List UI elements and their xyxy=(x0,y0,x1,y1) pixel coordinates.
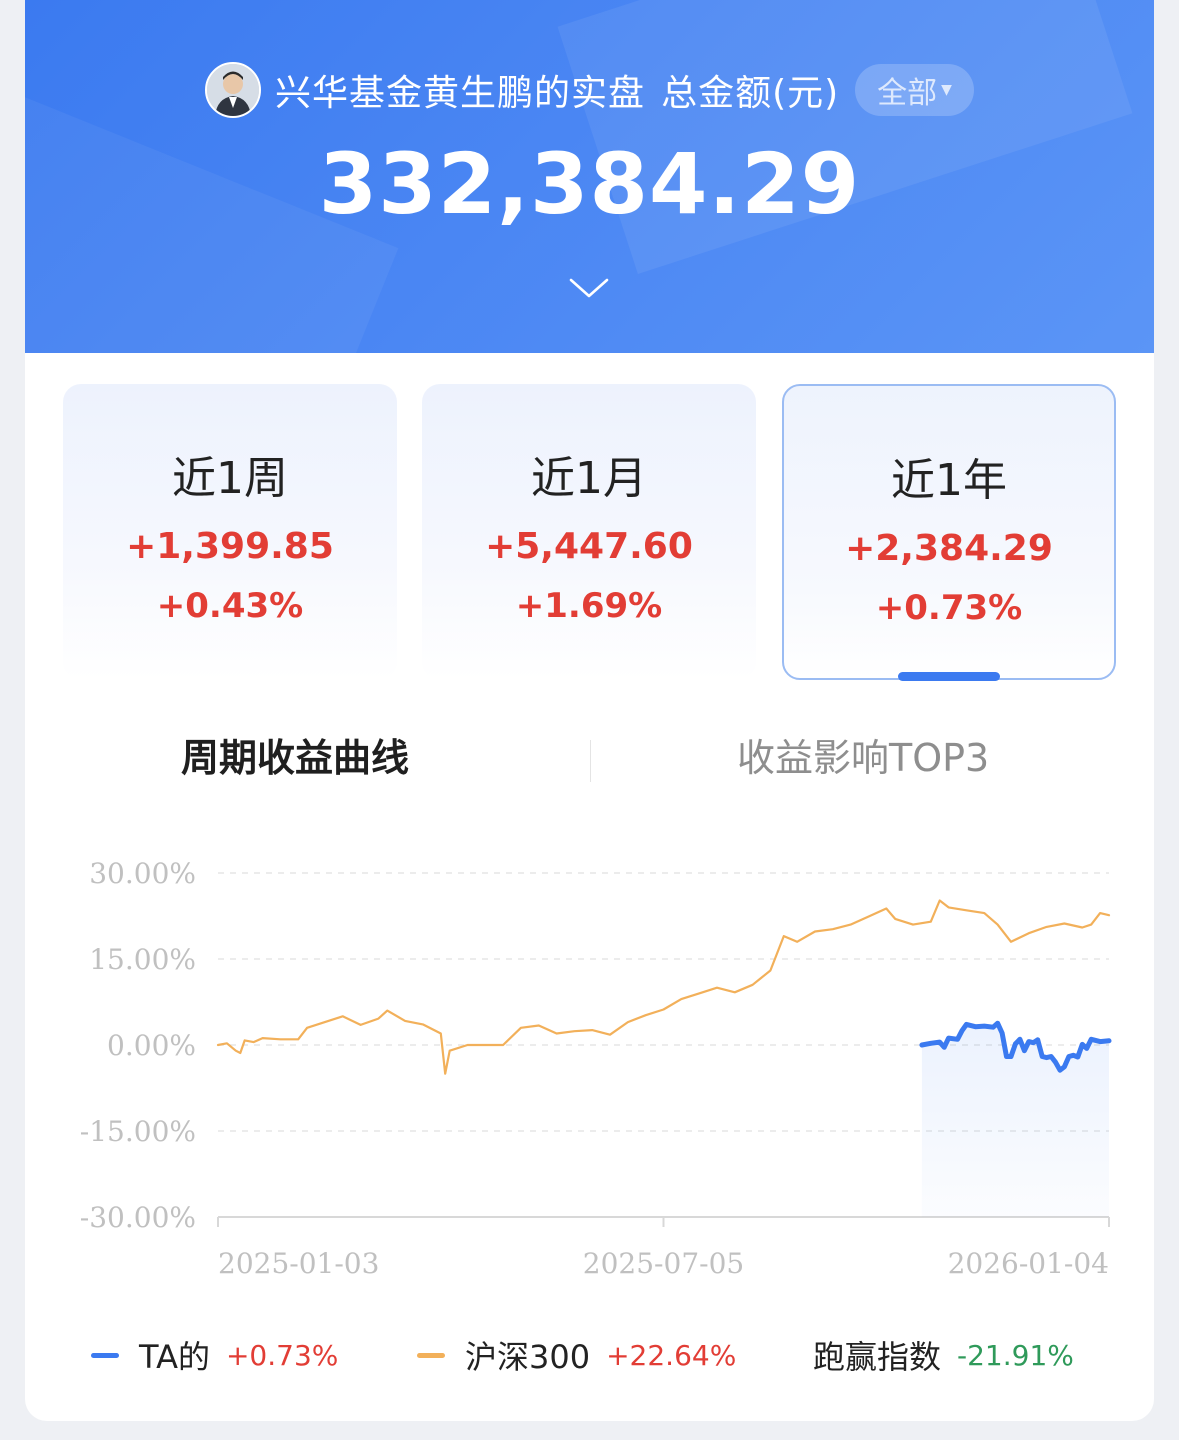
owner-name: 兴华基金黄生鹏的实盘 xyxy=(275,73,646,114)
x-tick-label: 2025-01-03 xyxy=(218,1247,379,1280)
legend-item-hs300: 沪深300 +22.64% xyxy=(417,1330,736,1380)
tab-return-curve[interactable]: 周期收益曲线 xyxy=(181,728,409,788)
title-row: 兴华基金黄生鹏的实盘 总金额(元) 全部 ▼ xyxy=(25,62,1154,118)
summary-header: 兴华基金黄生鹏的实盘 总金额(元) 全部 ▼ 332,384.29 xyxy=(25,0,1154,353)
tab-divider xyxy=(590,740,591,782)
period-card-year[interactable]: 近1年 +2,384.29 +0.73% xyxy=(782,384,1116,681)
period-percent: +1.69% xyxy=(515,586,663,626)
period-label: 近1周 xyxy=(172,453,288,504)
legend-swatch xyxy=(417,1352,445,1358)
legend-name: TA的 xyxy=(139,1338,210,1376)
legend-item-outperform: 跑赢指数 -21.91% xyxy=(813,1330,1074,1380)
chart-legend: TA的 +0.73% 沪深300 +22.64% 跑赢指数 -21.91% xyxy=(25,1330,1154,1380)
y-tick-label: -15.00% xyxy=(80,1115,196,1148)
y-tick-label: 0.00% xyxy=(107,1029,196,1062)
account-filter-dropdown[interactable]: 全部 ▼ xyxy=(855,64,974,116)
total-amount: 332,384.29 xyxy=(318,135,861,233)
legend-swatch xyxy=(91,1352,119,1358)
legend-value: +0.73% xyxy=(225,1338,339,1372)
chart-tabs: 周期收益曲线 收益影响TOP3 xyxy=(25,728,1154,788)
period-label: 近1年 xyxy=(891,455,1007,506)
tab-top3-impact[interactable]: 收益影响TOP3 xyxy=(737,728,989,788)
legend-item-ta: TA的 +0.73% xyxy=(91,1330,338,1380)
return-curve-chart[interactable]: 30.00% 15.00% 0.00% -15.00% -30.00% 2025-01-0… xyxy=(25,840,1154,1280)
y-tick-label: 15.00% xyxy=(89,943,196,976)
period-value: +5,447.60 xyxy=(485,526,693,567)
period-card-month[interactable]: 近1月 +5,447.60 +1.69% xyxy=(422,384,756,680)
period-value: +1,399.85 xyxy=(126,526,334,567)
selected-indicator xyxy=(898,672,1000,681)
legend-value: -21.91% xyxy=(957,1338,1074,1372)
period-value: +2,384.29 xyxy=(845,528,1053,569)
portfolio-card: 兴华基金黄生鹏的实盘 总金额(元) 全部 ▼ 332,384.29 近1周 +1… xyxy=(25,0,1154,1421)
avatar[interactable] xyxy=(205,62,262,118)
caret-down-icon: ▼ xyxy=(941,82,952,98)
total-label: 总金额(元) xyxy=(661,73,840,114)
filter-label: 全部 xyxy=(877,76,938,111)
chevron-down-icon[interactable] xyxy=(569,272,609,302)
x-tick-label: 2025-07-05 xyxy=(583,1247,744,1280)
x-tick-label: 2026-01-04 xyxy=(948,1247,1109,1280)
legend-value: +22.64% xyxy=(606,1338,737,1372)
period-percent: +0.73% xyxy=(875,588,1023,628)
legend-name: 跑赢指数 xyxy=(813,1338,942,1376)
legend-name: 沪深300 xyxy=(465,1338,591,1376)
period-card-week[interactable]: 近1周 +1,399.85 +0.43% xyxy=(63,384,397,680)
period-percent: +0.43% xyxy=(156,586,304,626)
y-tick-label: 30.00% xyxy=(89,857,196,890)
period-label: 近1月 xyxy=(531,453,647,504)
period-selector: 近1周 +1,399.85 +0.43% 近1月 +5,447.60 +1.69… xyxy=(63,384,1116,684)
y-tick-label: -30.00% xyxy=(80,1201,196,1234)
